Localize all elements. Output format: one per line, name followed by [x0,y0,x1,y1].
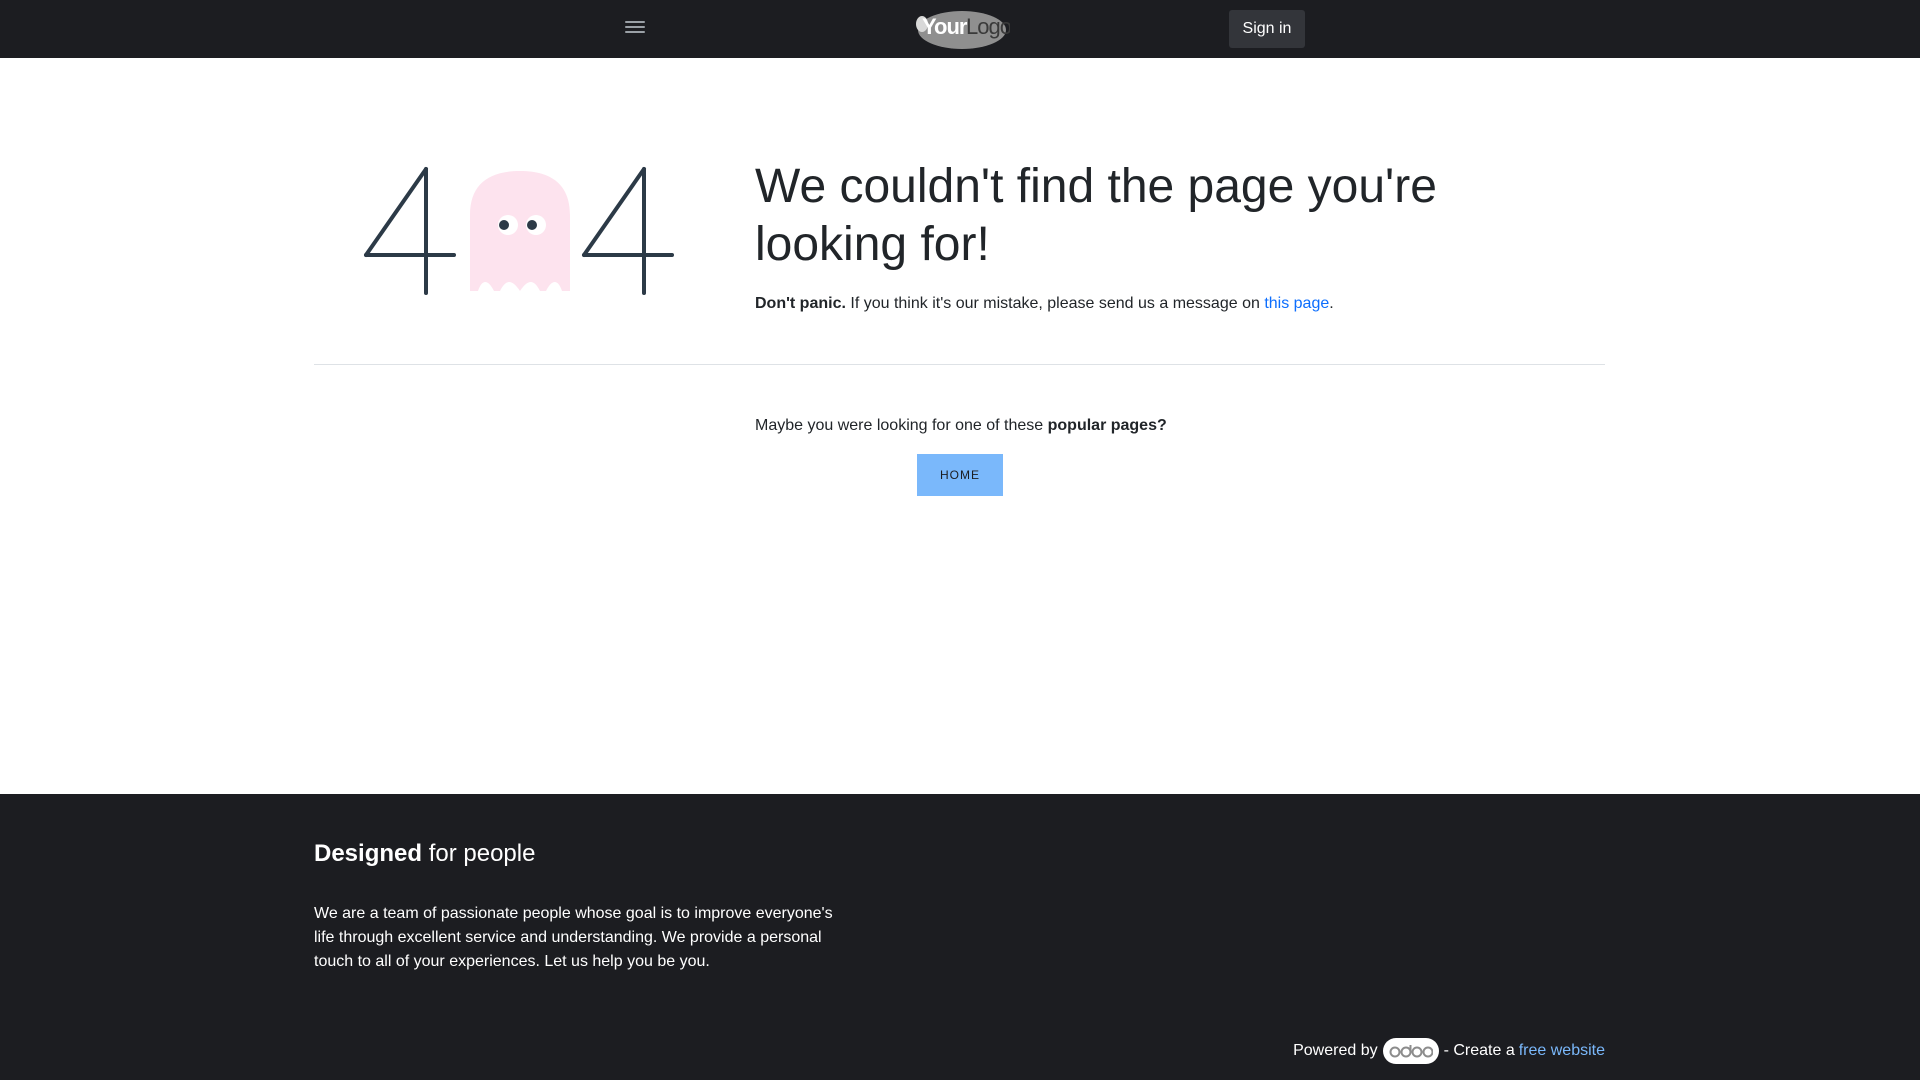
powered-by-line: Powered by - Create a free website [1293,1038,1605,1064]
error-message-bold: Don't panic. [755,295,846,312]
create-text: - Create a [1443,1042,1515,1059]
your-logo-icon: Your Logo [916,11,1013,49]
site-logo[interactable]: Your Logo [910,8,1013,50]
footer-heading: Designed for people [314,839,535,869]
section-divider [314,364,1605,365]
svg-text:Your: Your [922,14,968,39]
error-title: We couldn't find the page you're looking… [755,160,1437,271]
digit-four-right [582,167,674,295]
odoo-logo-icon [1389,1045,1433,1058]
top-navbar: Your Logo Sign in [0,0,1920,58]
footer-about-text: We are a team of passionate people whose… [314,905,833,970]
error-404-graphic [356,155,686,305]
contact-page-link[interactable]: this page [1264,295,1329,312]
popular-pages-text: Maybe you were looking for one of these … [755,416,1167,436]
home-button[interactable]: HOME [917,454,1003,496]
free-website-link[interactable]: free website [1519,1039,1605,1063]
error-message-text: If you think it's our mistake, please se… [845,295,1265,312]
error-message-end: . [1329,295,1334,312]
footer-heading-rest: for people [422,840,536,867]
error-message: Don't panic. If you think it's our mista… [755,294,1334,314]
ghost-icon [470,171,570,291]
digit-four-left [364,167,456,295]
popular-pages-bold: popular pages? [1047,417,1167,434]
popular-pages-intro: Maybe you were looking for one of these [755,417,1048,434]
odoo-logo[interactable] [1382,1038,1439,1064]
powered-by-text: Powered by [1293,1042,1378,1059]
footer: Designed for people We are a team of pas… [0,794,1920,1080]
hamburger-menu-icon[interactable] [624,18,646,40]
sign-in-button[interactable]: Sign in [1229,10,1305,48]
footer-heading-bold: Designed [314,840,423,867]
svg-text:Logo: Logo [966,14,1010,39]
